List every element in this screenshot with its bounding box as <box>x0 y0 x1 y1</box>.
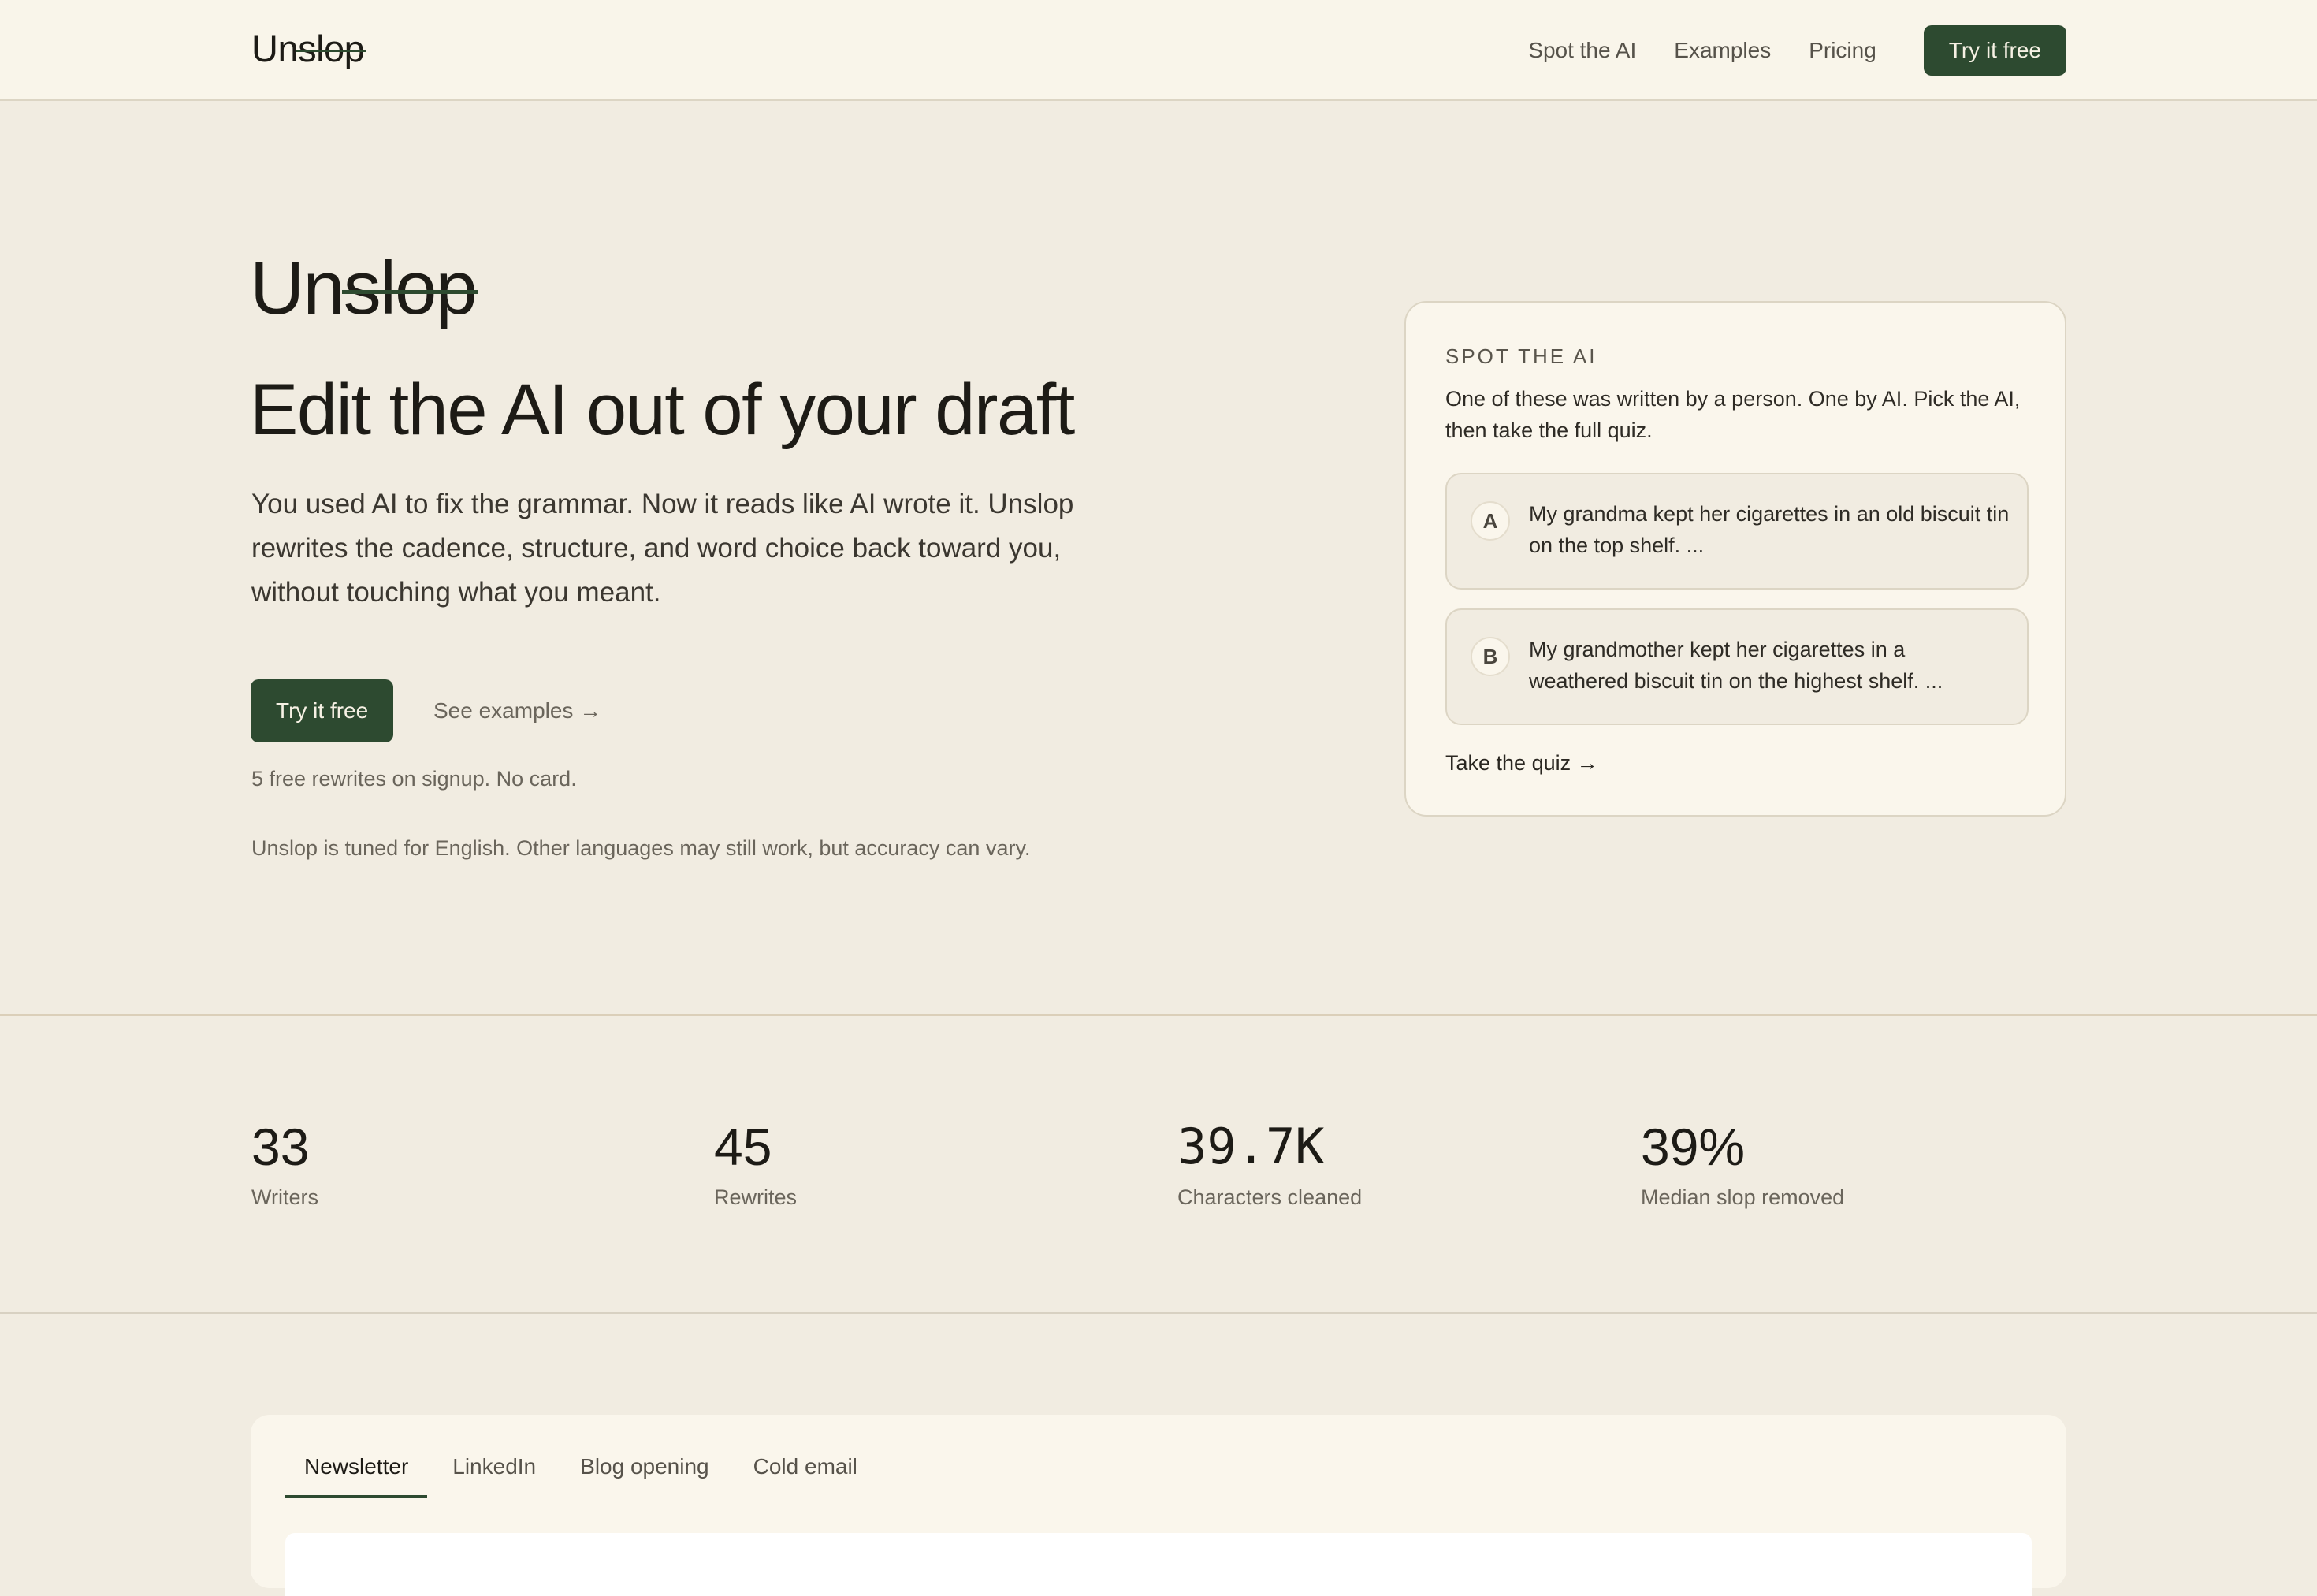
tab-cold-email[interactable]: Cold email <box>735 1443 876 1498</box>
hero-logo-struck-text: slop <box>341 243 478 334</box>
free-rewrites-note: 5 free rewrites on signup. No card. <box>251 767 577 791</box>
option-text: My grandma kept her cigarettes in an old… <box>1529 502 2010 557</box>
stat-label: Writers <box>251 1185 318 1209</box>
quiz-option-a[interactable]: A My grandma kept her cigarettes in an o… <box>1445 473 2029 590</box>
stat-value: 39.7K <box>1177 1118 1325 1175</box>
take-quiz-link[interactable]: Take the quiz → <box>1445 747 1598 779</box>
language-note: Unslop is tuned for English. Other langu… <box>251 836 1031 860</box>
see-examples-link[interactable]: See examples → <box>433 679 601 742</box>
logo-struck-text: slop <box>296 24 366 74</box>
stat-value: 39% <box>1641 1118 1746 1176</box>
stat-value: 45 <box>714 1118 772 1176</box>
example-content-area <box>285 1533 2032 1596</box>
quiz-intro: One of these was written by a person. On… <box>1445 387 2021 442</box>
example-tabs: Newsletter LinkedIn Blog opening Cold em… <box>285 1443 883 1498</box>
tab-blog-opening[interactable]: Blog opening <box>561 1443 727 1498</box>
top-nav: Spot the AI Examples Pricing Try it free <box>1528 25 2066 76</box>
tab-newsletter[interactable]: Newsletter <box>285 1443 428 1498</box>
site-header: Unslop Spot the AI Examples Pricing Try … <box>0 0 2317 101</box>
option-letter-badge: B <box>1471 637 1510 676</box>
stat-median-slop-removed: 39% Median slop removed <box>1641 1115 1844 1213</box>
stat-rewrites: 45 Rewrites <box>714 1115 797 1213</box>
stat-writers: 33 Writers <box>251 1115 318 1213</box>
header-try-free-button[interactable]: Try it free <box>1923 25 2066 76</box>
tab-linkedin[interactable]: LinkedIn <box>433 1443 555 1498</box>
logo-prefix: Un <box>251 28 299 69</box>
stats-band: 33 Writers 45 Rewrites 39.7K Characters … <box>0 1014 2317 1314</box>
examples-panel: Newsletter LinkedIn Blog opening Cold em… <box>251 1415 2066 1596</box>
stat-value: 33 <box>251 1118 310 1176</box>
nav-link-examples[interactable]: Examples <box>1674 25 1771 76</box>
hero-title: Edit the AI out of your draft <box>250 370 1075 450</box>
quiz-kicker: SPOT THE AI <box>1445 344 1597 368</box>
stat-label: Characters cleaned <box>1177 1185 1363 1209</box>
logo[interactable]: Unslop <box>251 24 366 74</box>
stat-label: Rewrites <box>714 1185 798 1209</box>
spot-the-ai-card: SPOT THE AI One of these was written by … <box>1404 301 2066 817</box>
option-letter-badge: A <box>1471 501 1510 541</box>
nav-link-pricing[interactable]: Pricing <box>1809 25 1876 76</box>
option-text: My grandmother kept her cigarettes in a … <box>1529 638 1943 693</box>
nav-link-spot-the-ai[interactable]: Spot the AI <box>1528 25 1636 76</box>
hero-logo-prefix: Un <box>250 246 345 330</box>
hero-try-free-button[interactable]: Try it free <box>251 679 394 742</box>
stat-label: Median slop removed <box>1641 1185 1845 1209</box>
hero-logo: Unslop <box>250 243 478 334</box>
quiz-option-b[interactable]: B My grandmother kept her cigarettes in … <box>1445 608 2029 725</box>
stat-characters-cleaned: 39.7K Characters cleaned <box>1177 1115 1362 1213</box>
hero-description: You used AI to fix the grammar. Now it r… <box>251 489 1074 608</box>
